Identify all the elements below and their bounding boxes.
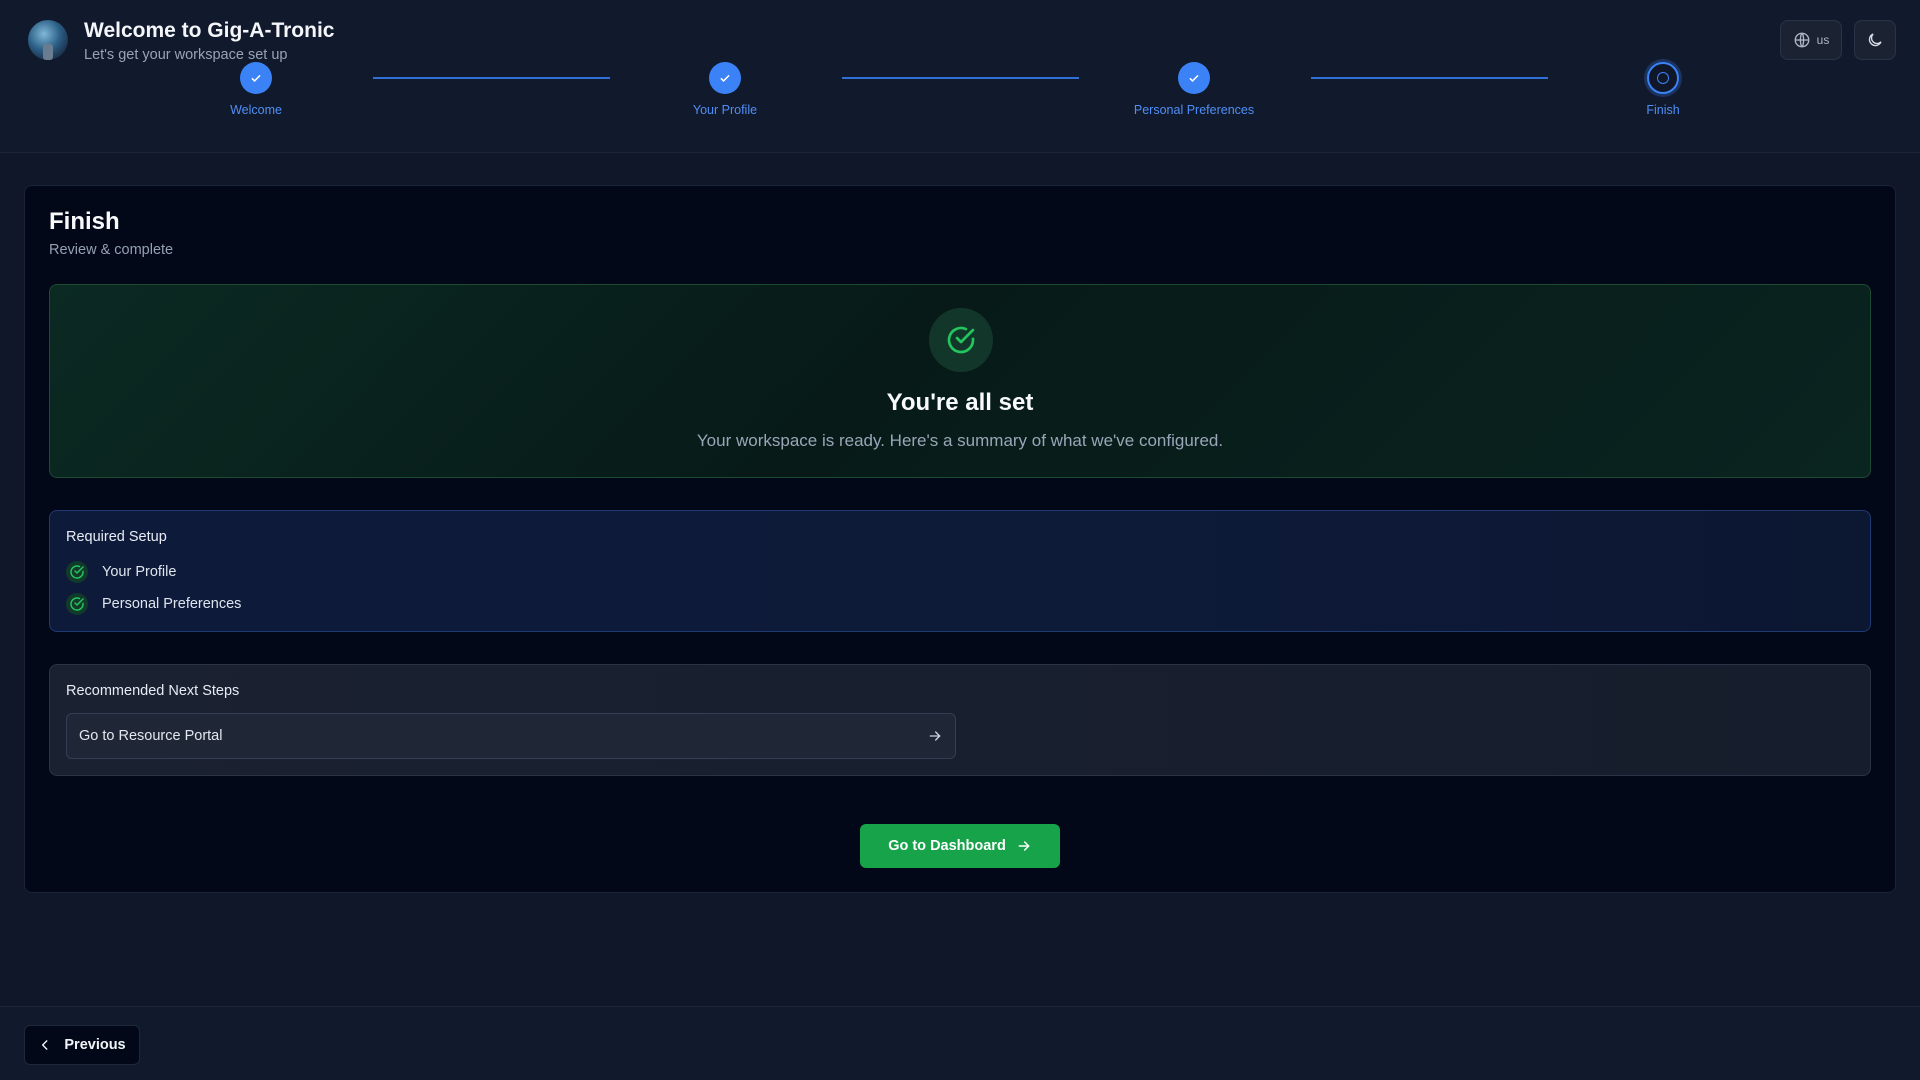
step-welcome[interactable]: Welcome [146,62,366,117]
circle-check-icon [947,326,975,354]
step-complete-indicator [709,62,741,94]
step-label: Finish [1646,103,1680,117]
theme-toggle-button[interactable] [1854,20,1896,60]
step-label: Your Profile [692,103,758,117]
language-button[interactable]: us [1780,20,1842,60]
required-item: Personal Preferences [66,593,241,615]
app-subtitle: Let's get your workspace set up [84,47,288,63]
section-title: Required Setup [66,529,167,545]
success-banner: You're all set Your workspace is ready. … [49,284,1871,478]
onboarding-header: Welcome to Gig-A-Tronic Let's get your w… [0,0,1920,153]
step-complete-indicator [240,62,272,94]
go-to-dashboard-button[interactable]: Go to Dashboard [860,824,1060,868]
step-your-profile[interactable]: Your Profile [615,62,835,117]
success-title: You're all set [886,389,1034,416]
previous-button[interactable]: Previous [24,1025,140,1065]
arrow-right-icon [929,731,941,741]
resource-portal-link[interactable]: Go to Resource Portal [66,713,956,759]
language-label: us [1816,33,1830,47]
finish-card: Finish Review & complete You're all set … [24,185,1896,893]
app-title: Welcome to Gig-A-Tronic [84,19,335,42]
section-title: Recommended Next Steps [66,683,240,699]
button-label: Go to Dashboard [888,838,1006,854]
step-label: Welcome [230,103,282,117]
required-item-label: Your Profile [102,564,177,580]
success-icon-wrapper [929,308,993,372]
required-item-label: Personal Preferences [102,596,242,612]
check-circle-icon [66,593,88,615]
check-icon [720,74,730,82]
app-logo [28,20,68,60]
next-steps-section: Recommended Next Steps Go to Resource Po… [49,664,1871,776]
chevron-left-icon [42,1040,48,1050]
page-title: Finish [49,208,120,235]
top-actions: us [1780,20,1896,60]
step-finish[interactable]: Finish [1553,62,1773,117]
step-connector [1311,77,1548,79]
step-connector [373,77,610,79]
check-circle-icon [66,561,88,583]
link-label: Go to Resource Portal [79,728,223,744]
globe-icon [1794,32,1810,48]
brand: Welcome to Gig-A-Tronic Let's get your w… [28,18,334,63]
moon-icon [1868,33,1882,47]
wizard-footer: Previous [0,1006,1920,1080]
brand-text: Welcome to Gig-A-Tronic Let's get your w… [84,18,334,63]
arrow-right-icon [1018,841,1030,851]
success-message: Your workspace is ready. Here's a summar… [696,431,1224,450]
check-icon [251,74,261,82]
step-personal-preferences[interactable]: Personal Preferences [1084,62,1304,117]
required-item: Your Profile [66,561,176,583]
progress-stepper: Welcome Your Profile Personal Preference… [0,62,1920,138]
check-icon [1189,74,1199,82]
page-subtitle: Review & complete [49,242,174,258]
step-connector [842,77,1079,79]
step-current-indicator [1647,62,1679,94]
step-complete-indicator [1178,62,1210,94]
step-label: Personal Preferences [1133,103,1255,117]
button-label: Previous [64,1037,126,1053]
circle-icon [1657,72,1669,84]
required-setup-section: Required Setup Your Profile Personal Pre… [49,510,1871,632]
